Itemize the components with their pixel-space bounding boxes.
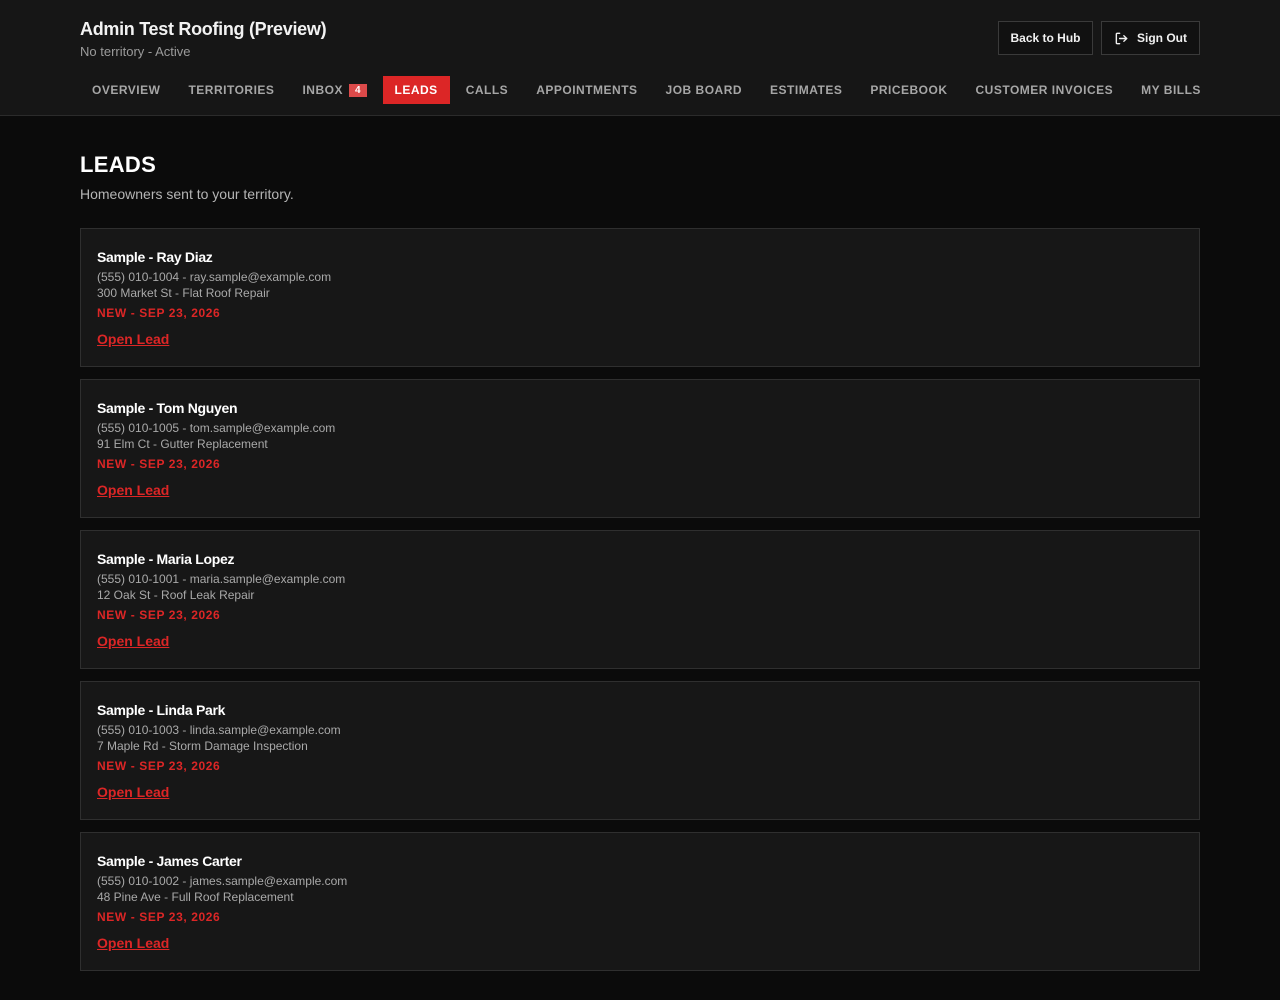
open-lead-link[interactable]: Open Lead <box>97 482 169 498</box>
back-to-hub-label: Back to Hub <box>1010 31 1081 45</box>
lead-address: 48 Pine Ave - Full Roof Replacement <box>97 890 294 904</box>
tab-label: CALLS <box>465 83 509 97</box>
lead-name: Sample - Linda Park <box>97 702 226 718</box>
lead-name: Sample - Maria Lopez <box>97 551 235 567</box>
lead-card: Sample - Linda Park (555) 010-1003 - lin… <box>80 681 1200 820</box>
lead-name: Sample - James Carter <box>97 853 242 869</box>
sign-out-button[interactable]: Sign Out <box>1101 21 1200 55</box>
lead-status: NEW - SEP 23, 2026 <box>97 457 221 471</box>
lead-card: Sample - James Carter (555) 010-1002 - j… <box>80 832 1200 971</box>
lead-contact: (555) 010-1003 - linda.sample@example.co… <box>97 723 341 737</box>
tab-customer-invoices[interactable]: CUSTOMER INVOICES <box>964 76 1126 104</box>
back-to-hub-button[interactable]: Back to Hub <box>998 21 1093 55</box>
tab-label: JOB BOARD <box>665 83 743 97</box>
lead-contact: (555) 010-1002 - james.sample@example.co… <box>97 874 348 888</box>
tab-inbox[interactable]: INBOX 4 <box>290 76 378 104</box>
inbox-count-badge: 4 <box>348 83 367 97</box>
lead-card: Sample - Tom Nguyen (555) 010-1005 - tom… <box>80 379 1200 518</box>
lead-contact: (555) 010-1001 - maria.sample@example.co… <box>97 572 346 586</box>
app-title: Admin Test Roofing (Preview) <box>80 19 327 39</box>
tab-my-bills[interactable]: MY BILLS <box>1129 76 1213 104</box>
tab-label: INBOX <box>302 83 343 97</box>
tab-label: OVERVIEW <box>92 83 161 97</box>
open-lead-link[interactable]: Open Lead <box>97 935 169 951</box>
territory-status: No territory - Active <box>80 44 191 59</box>
tab-label: MY BILLS <box>1141 83 1201 97</box>
tab-label: TERRITORIES <box>188 83 275 97</box>
tab-estimates[interactable]: ESTIMATES <box>758 76 854 104</box>
app-header: Admin Test Roofing (Preview) No territor… <box>0 0 1280 116</box>
main-nav: OVERVIEW TERRITORIES INBOX 4 LEADS CALLS … <box>80 76 1220 104</box>
open-lead-link[interactable]: Open Lead <box>97 331 169 347</box>
lead-card: Sample - Maria Lopez (555) 010-1001 - ma… <box>80 530 1200 669</box>
lead-name: Sample - Ray Diaz <box>97 249 213 265</box>
tab-label: APPOINTMENTS <box>536 83 638 97</box>
main-content: LEADS Homeowners sent to your territory.… <box>0 152 1280 971</box>
lead-status: NEW - SEP 23, 2026 <box>97 910 221 924</box>
tab-appointments[interactable]: APPOINTMENTS <box>524 76 649 104</box>
tab-overview[interactable]: OVERVIEW <box>80 76 172 104</box>
lead-status: NEW - SEP 23, 2026 <box>97 608 221 622</box>
tab-territories[interactable]: TERRITORIES <box>176 76 286 104</box>
open-lead-link[interactable]: Open Lead <box>97 633 169 649</box>
sign-out-icon <box>1114 31 1129 46</box>
tab-label: LEADS <box>394 83 438 97</box>
lead-address: 91 Elm Ct - Gutter Replacement <box>97 437 268 451</box>
lead-address: 7 Maple Rd - Storm Damage Inspection <box>97 739 308 753</box>
lead-list: Sample - Ray Diaz (555) 010-1004 - ray.s… <box>80 228 1200 971</box>
lead-name: Sample - Tom Nguyen <box>97 400 238 416</box>
lead-card: Sample - Ray Diaz (555) 010-1004 - ray.s… <box>80 228 1200 367</box>
lead-contact: (555) 010-1004 - ray.sample@example.com <box>97 270 332 284</box>
page-title: LEADS <box>80 152 157 177</box>
tab-pricebook[interactable]: PRICEBOOK <box>858 76 959 104</box>
tab-label: CUSTOMER INVOICES <box>975 83 1114 97</box>
page-subtitle: Homeowners sent to your territory. <box>80 186 294 202</box>
tab-job-board[interactable]: JOB BOARD <box>654 76 755 104</box>
lead-status: NEW - SEP 23, 2026 <box>97 759 221 773</box>
lead-status: NEW - SEP 23, 2026 <box>97 306 221 320</box>
tab-billing[interactable]: BI <box>1217 76 1220 104</box>
lead-contact: (555) 010-1005 - tom.sample@example.com <box>97 421 336 435</box>
tab-leads[interactable]: LEADS <box>382 76 450 104</box>
tab-calls[interactable]: CALLS <box>454 76 521 104</box>
sign-out-label: Sign Out <box>1137 31 1187 45</box>
lead-address: 12 Oak St - Roof Leak Repair <box>97 588 255 602</box>
tab-label: ESTIMATES <box>770 83 843 97</box>
lead-address: 300 Market St - Flat Roof Repair <box>97 286 270 300</box>
open-lead-link[interactable]: Open Lead <box>97 784 169 800</box>
tab-label: PRICEBOOK <box>870 83 948 97</box>
